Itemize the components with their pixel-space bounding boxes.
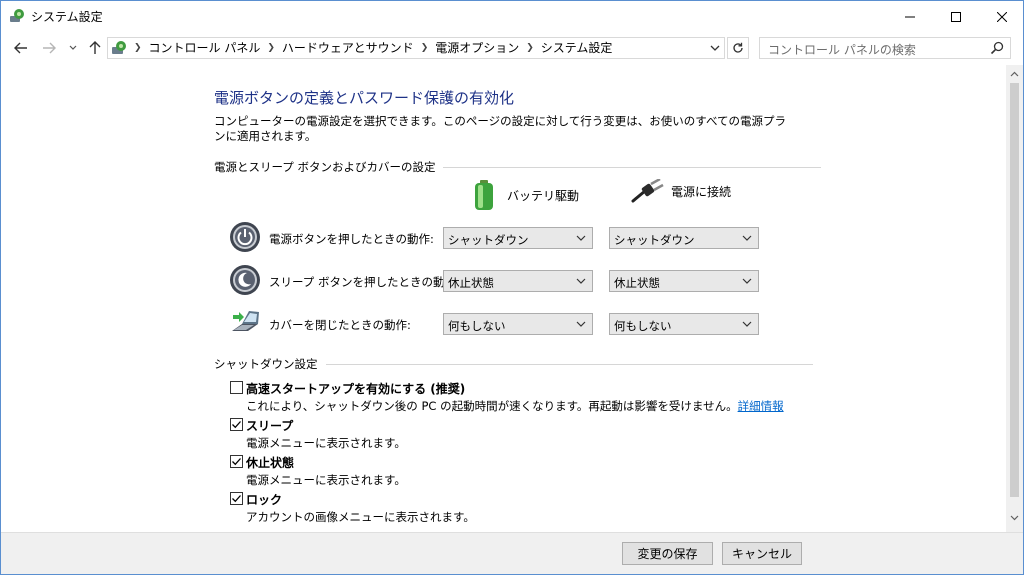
lid-close-action-label: カバーを閉じたときの動作: — [269, 318, 411, 332]
hibernate-description: 電源メニューに表示されます。 — [246, 473, 406, 487]
power-button-icon — [230, 222, 260, 252]
select-value: 何もしない — [448, 319, 506, 333]
search-box[interactable]: コントロール パネルの検索 — [759, 37, 1011, 59]
forward-button[interactable] — [39, 38, 59, 58]
checkmark-icon — [232, 495, 241, 503]
back-button[interactable] — [11, 38, 31, 58]
chevron-down-icon — [576, 278, 586, 284]
power-button-action-label: 電源ボタンを押したときの動作: — [269, 232, 434, 246]
chevron-down-icon — [742, 321, 752, 327]
minimize-icon — [905, 16, 915, 17]
fast-startup-label[interactable]: 高速スタートアップを有効にする (推奨) — [246, 380, 465, 397]
breadcrumb-power-options[interactable]: 電源オプション — [435, 41, 519, 55]
checkmark-icon — [232, 458, 241, 466]
column-header-battery: バッテリ駆動 — [473, 179, 579, 211]
fast-startup-checkbox[interactable] — [230, 381, 243, 394]
lid-close-battery-select[interactable]: 何もしない — [443, 313, 593, 335]
chevron-down-icon — [742, 235, 752, 241]
scrollbar-thumb[interactable] — [1010, 83, 1019, 497]
arrow-right-icon — [43, 42, 56, 54]
sleep-button-icon — [230, 265, 260, 295]
section-divider — [325, 363, 813, 365]
address-bar[interactable]: ❯ コントロール パネル ❯ ハードウェアとサウンド ❯ 電源オプション ❯ シ… — [107, 37, 725, 59]
breadcrumb-separator: ❯ — [134, 43, 142, 53]
up-button[interactable] — [85, 38, 105, 58]
chevron-down-icon — [69, 45, 77, 50]
address-history-icon[interactable] — [710, 42, 720, 54]
lock-label[interactable]: ロック — [246, 491, 282, 508]
breadcrumb-control-panel[interactable]: コントロール パネル — [149, 41, 261, 55]
select-value: シャットダウン — [448, 233, 529, 247]
power-options-app-icon — [10, 9, 24, 22]
lid-close-plugged-select[interactable]: 何もしない — [609, 313, 759, 335]
hibernate-checkbox[interactable] — [230, 455, 243, 468]
close-icon — [997, 11, 1007, 22]
search-input[interactable]: コントロール パネルの検索 — [768, 41, 916, 58]
checkmark-icon — [232, 421, 241, 429]
select-value: 休止状態 — [614, 276, 660, 290]
lock-description: アカウントの画像メニューに表示されます。 — [246, 510, 475, 524]
refresh-icon — [733, 42, 743, 53]
arrow-left-icon — [14, 42, 27, 54]
sleep-checkbox[interactable] — [230, 418, 243, 431]
refresh-button[interactable] — [727, 37, 749, 59]
save-changes-button[interactable]: 変更の保存 — [622, 542, 713, 565]
power-section-title: 電源とスリープ ボタンおよびカバーの設定 — [214, 160, 436, 174]
control-panel-icon — [112, 41, 126, 54]
scroll-up-icon[interactable] — [1006, 67, 1023, 81]
recent-locations-button[interactable] — [63, 38, 83, 58]
power-plug-icon — [631, 179, 664, 203]
section-divider — [443, 166, 822, 168]
select-value: 何もしない — [614, 319, 672, 333]
fast-startup-desc-text: これにより、シャットダウン後の PC の起動時間が速くなります。再起動は影響を受… — [246, 399, 738, 413]
page-description: コンピューターの電源設定を選択できます。このページの設定に対して行う変更は、お使… — [214, 114, 787, 143]
arrow-up-icon — [89, 41, 101, 54]
chevron-down-icon — [576, 321, 586, 327]
laptop-lid-icon — [232, 311, 259, 331]
main-content: 電源ボタンの定義とパスワード保護の有効化 コンピューターの電源設定を選択できます… — [1, 65, 1006, 532]
sleep-button-action-label: スリープ ボタンを押したときの動作: — [269, 275, 460, 289]
select-value: 休止状態 — [448, 276, 494, 290]
select-value: シャットダウン — [614, 233, 695, 247]
sleep-description: 電源メニューに表示されます。 — [246, 436, 406, 450]
column-header-plugged: 電源に接続 — [631, 179, 731, 203]
more-info-link[interactable]: 詳細情報 — [738, 399, 784, 413]
minimize-button[interactable] — [887, 1, 933, 32]
sleep-button-battery-select[interactable]: 休止状態 — [443, 270, 593, 292]
maximize-icon — [951, 11, 961, 22]
scroll-down-icon[interactable] — [1006, 511, 1023, 525]
title-bar[interactable]: システム設定 — [1, 1, 1023, 32]
battery-icon — [475, 180, 493, 210]
lock-checkbox[interactable] — [230, 492, 243, 505]
fast-startup-description: これにより、シャットダウン後の PC の起動時間が速くなります。再起動は影響を受… — [246, 398, 784, 414]
page-title: 電源ボタンの定義とパスワード保護の有効化 — [214, 89, 515, 107]
system-settings-window: システム設定 ❯ コントロール パネル ❯ ハードウェアとサウンド ❯ 電源オプ… — [0, 0, 1024, 575]
shutdown-section-header: シャットダウン設定 — [214, 356, 813, 372]
hibernate-label[interactable]: 休止状態 — [246, 454, 294, 471]
breadcrumb: ❯ コントロール パネル ❯ ハードウェアとサウンド ❯ 電源オプション ❯ シ… — [134, 41, 612, 55]
maximize-button[interactable] — [933, 1, 979, 32]
breadcrumb-separator[interactable]: ❯ — [421, 41, 429, 55]
sleep-button-plugged-select[interactable]: 休止状態 — [609, 270, 759, 292]
battery-label: バッテリ駆動 — [507, 188, 580, 203]
close-button[interactable] — [979, 1, 1024, 32]
power-section-header: 電源とスリープ ボタンおよびカバーの設定 — [214, 159, 822, 175]
chevron-down-icon — [742, 278, 752, 284]
vertical-scrollbar[interactable] — [1006, 65, 1023, 532]
cancel-button[interactable]: キャンセル — [722, 542, 802, 565]
power-button-plugged-select[interactable]: シャットダウン — [609, 227, 759, 249]
breadcrumb-separator[interactable]: ❯ — [526, 41, 534, 55]
plugged-label: 電源に接続 — [671, 184, 732, 199]
sleep-label[interactable]: スリープ — [246, 417, 293, 434]
breadcrumb-hardware-sound[interactable]: ハードウェアとサウンド — [282, 41, 414, 55]
breadcrumb-system-settings[interactable]: システム設定 — [541, 41, 613, 55]
breadcrumb-separator[interactable]: ❯ — [267, 41, 275, 55]
search-icon[interactable] — [990, 41, 1004, 55]
power-button-battery-select[interactable]: シャットダウン — [443, 227, 593, 249]
navigation-bar: ❯ コントロール パネル ❯ ハードウェアとサウンド ❯ 電源オプション ❯ シ… — [1, 32, 1023, 65]
chevron-down-icon — [576, 235, 586, 241]
window-title: システム設定 — [31, 10, 103, 24]
shutdown-section-title: シャットダウン設定 — [214, 357, 318, 371]
footer-bar: 変更の保存 キャンセル — [1, 532, 1023, 574]
